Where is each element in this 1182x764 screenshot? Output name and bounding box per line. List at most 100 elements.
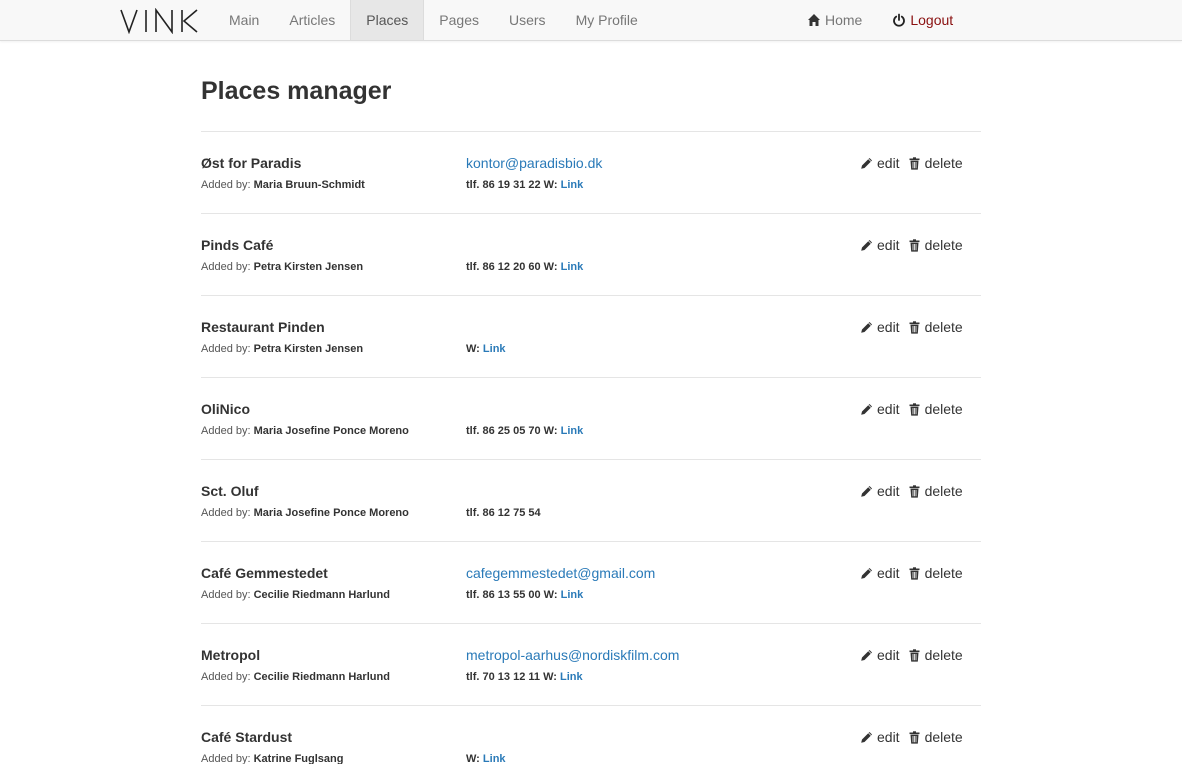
- added-by-user: Maria Josefine Ponce Moreno: [253, 425, 409, 437]
- place-email-link[interactable]: kontor@paradisbio.dk: [466, 155, 602, 171]
- place-web-link[interactable]: Link: [561, 425, 584, 437]
- row-actions: edit delete: [860, 319, 963, 335]
- trash-icon: [909, 648, 920, 662]
- edit-label: edit: [877, 237, 900, 253]
- place-name: Pinds Café: [201, 237, 274, 253]
- main-nav: Main Articles Places Pages Users My Prof…: [214, 0, 653, 40]
- edit-button[interactable]: edit: [860, 401, 900, 417]
- place-contact: tlf. 86 12 75 54: [466, 507, 541, 520]
- delete-label: delete: [924, 647, 963, 663]
- power-icon: [893, 13, 906, 27]
- place-name: Café Stardust: [201, 729, 293, 745]
- edit-label: edit: [877, 155, 900, 171]
- added-by: Added by: Cecilie Riedmann Harlund: [201, 589, 390, 602]
- added-by-label: Added by:: [201, 179, 251, 191]
- added-by-label: Added by:: [201, 343, 251, 355]
- place-web-label: W:: [543, 179, 558, 191]
- added-by: Added by: Katrine Fuglsang: [201, 753, 343, 764]
- edit-button[interactable]: edit: [860, 565, 900, 581]
- place-row: Sct. Oluf Added by: Maria Josefine Ponce …: [201, 459, 981, 541]
- pencil-icon: [861, 485, 872, 497]
- nav-places[interactable]: Places: [350, 0, 425, 40]
- added-by: Added by: Petra Kirsten Jensen: [201, 261, 363, 274]
- place-email-link[interactable]: metropol-aarhus@nordiskfilm.com: [466, 647, 679, 663]
- logout-link[interactable]: Logout: [877, 0, 968, 40]
- delete-button[interactable]: delete: [908, 237, 963, 253]
- delete-label: delete: [924, 729, 963, 745]
- home-link[interactable]: Home: [792, 0, 877, 40]
- nav-users[interactable]: Users: [494, 0, 561, 40]
- added-by-label: Added by:: [201, 589, 251, 601]
- row-actions: edit delete: [860, 565, 963, 581]
- pencil-icon: [861, 403, 872, 415]
- place-web-link[interactable]: Link: [561, 261, 584, 273]
- added-by: Added by: Maria Josefine Ponce Moreno: [201, 425, 409, 438]
- place-row: Øst for Paradis Added by: Maria Bruun-Sch…: [201, 131, 981, 213]
- place-phone: tlf. 86 25 05 70: [466, 425, 541, 437]
- pencil-icon: [861, 567, 872, 579]
- place-phone: tlf. 86 12 20 60: [466, 261, 541, 273]
- place-email-link[interactable]: cafegemmestedet@gmail.com: [466, 565, 655, 581]
- edit-button[interactable]: edit: [860, 155, 900, 171]
- row-actions: edit delete: [860, 647, 963, 663]
- place-web-link[interactable]: Link: [483, 343, 506, 355]
- edit-label: edit: [877, 483, 900, 499]
- vink-logo[interactable]: [120, 8, 198, 34]
- row-actions: edit delete: [860, 237, 963, 253]
- place-phone: tlf. 86 12 75 54: [466, 507, 541, 519]
- place-row: Café Gemmestedet Added by: Cecilie Riedma…: [201, 541, 981, 623]
- place-row: Restaurant Pinden Added by: Petra Kirsten…: [201, 295, 981, 377]
- trash-icon: [909, 156, 920, 170]
- added-by-label: Added by:: [201, 261, 251, 273]
- row-actions: edit delete: [860, 401, 963, 417]
- nav-right: Home Logout: [792, 0, 968, 40]
- place-phone: tlf. 86 19 31 22: [466, 179, 541, 191]
- delete-label: delete: [924, 319, 963, 335]
- delete-button[interactable]: delete: [908, 729, 963, 745]
- edit-button[interactable]: edit: [860, 483, 900, 499]
- place-name: Café Gemmestedet: [201, 565, 328, 581]
- added-by-user: Petra Kirsten Jensen: [253, 343, 364, 355]
- trash-icon: [909, 566, 920, 580]
- delete-button[interactable]: delete: [908, 155, 963, 171]
- place-contact: tlf. 86 13 55 00 W: Link: [466, 589, 583, 602]
- place-web-label: W:: [543, 261, 558, 273]
- home-label: Home: [825, 12, 863, 28]
- trash-icon: [909, 730, 920, 744]
- delete-button[interactable]: delete: [908, 483, 963, 499]
- nav-my-profile[interactable]: My Profile: [561, 0, 653, 40]
- place-web-link[interactable]: Link: [561, 589, 584, 601]
- row-actions: edit delete: [860, 729, 963, 745]
- delete-button[interactable]: delete: [908, 319, 963, 335]
- place-web-label: W:: [543, 671, 557, 683]
- added-by-user: Cecilie Riedmann Harlund: [253, 671, 390, 683]
- place-contact: tlf. 86 25 05 70 W: Link: [466, 425, 583, 438]
- place-web-link[interactable]: Link: [483, 753, 506, 764]
- place-name: Sct. Oluf: [201, 483, 259, 499]
- nav-pages[interactable]: Pages: [424, 0, 494, 40]
- delete-label: delete: [924, 483, 963, 499]
- pencil-icon: [861, 731, 872, 743]
- place-web-link[interactable]: Link: [561, 179, 584, 191]
- edit-label: edit: [877, 401, 900, 417]
- page-title: Places manager: [201, 77, 392, 105]
- edit-button[interactable]: edit: [860, 319, 900, 335]
- edit-button[interactable]: edit: [860, 647, 900, 663]
- edit-button[interactable]: edit: [860, 237, 900, 253]
- row-actions: edit delete: [860, 483, 963, 499]
- delete-button[interactable]: delete: [908, 565, 963, 581]
- row-actions: edit delete: [860, 155, 963, 171]
- delete-button[interactable]: delete: [908, 647, 963, 663]
- place-contact: tlf. 86 12 20 60 W: Link: [466, 261, 583, 274]
- place-web-link[interactable]: Link: [560, 671, 583, 683]
- nav-main[interactable]: Main: [214, 0, 274, 40]
- place-web-label: W:: [543, 589, 558, 601]
- pencil-icon: [861, 157, 872, 169]
- edit-button[interactable]: edit: [860, 729, 900, 745]
- added-by-label: Added by:: [201, 507, 251, 519]
- added-by: Added by: Maria Josefine Ponce Moreno: [201, 507, 409, 520]
- added-by-label: Added by:: [201, 425, 251, 437]
- delete-button[interactable]: delete: [908, 401, 963, 417]
- trash-icon: [909, 484, 920, 498]
- nav-articles[interactable]: Articles: [274, 0, 350, 40]
